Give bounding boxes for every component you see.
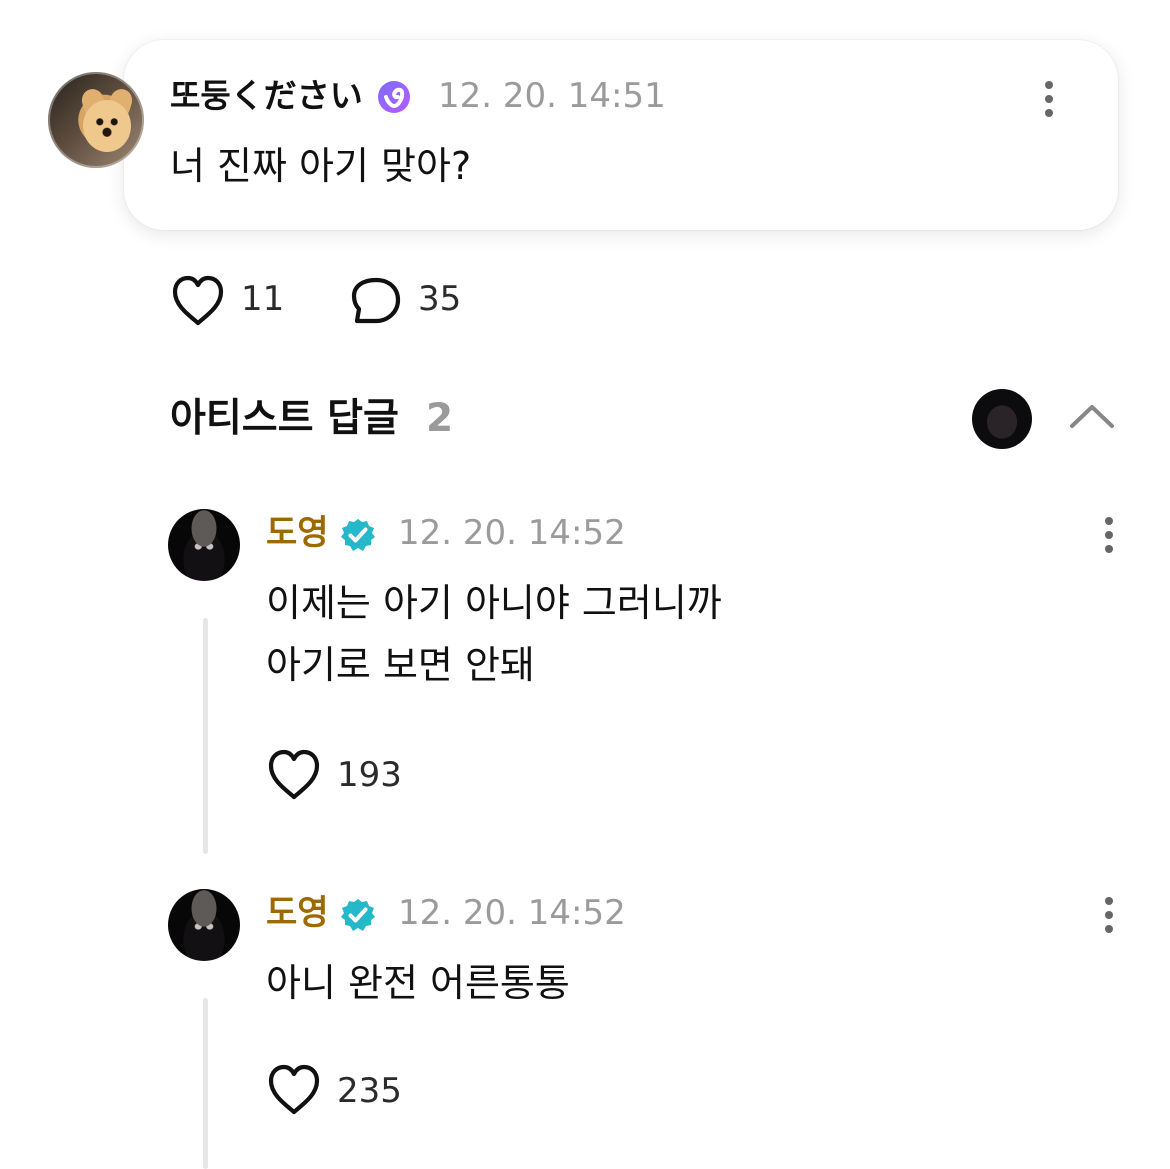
post-like-count[interactable]: 11	[241, 276, 284, 322]
heart-icon[interactable]	[170, 274, 226, 328]
artist-avatar-icon[interactable]	[972, 389, 1032, 449]
reply-thread-line	[203, 618, 208, 854]
reply-avatar-icon[interactable]	[168, 509, 240, 581]
post-timestamp: 12. 20. 14:51	[438, 76, 666, 116]
more-vertical-icon[interactable]	[1097, 515, 1121, 555]
more-vertical-icon[interactable]	[1037, 79, 1061, 119]
heart-icon[interactable]	[266, 1063, 322, 1117]
dog-face-icon	[83, 100, 131, 152]
comment-bubble-icon[interactable]	[350, 276, 402, 326]
reply-timestamp: 12. 20. 14:52	[398, 513, 626, 553]
post-text: 너 진짜 아기 맞아?	[170, 144, 472, 188]
post-comment-count[interactable]: 35	[418, 276, 461, 322]
reply-text: 이제는 아기 아니야 그러니까 아기로 보면 안돼	[266, 581, 722, 687]
reply-author[interactable]: 도영	[266, 512, 329, 554]
post-card	[124, 40, 1118, 230]
heart-icon[interactable]	[266, 748, 322, 802]
more-vertical-icon[interactable]	[1097, 895, 1121, 935]
artist-replies-count: 2	[426, 396, 454, 441]
reply-timestamp: 12. 20. 14:52	[398, 893, 626, 933]
reply-text: 아니 완전 어른통통	[266, 961, 570, 1005]
post-username[interactable]: 또둥ください	[170, 75, 363, 117]
reply-like-count[interactable]: 235	[337, 1068, 402, 1114]
dog-avatar-icon[interactable]	[48, 72, 144, 168]
reply-avatar-icon[interactable]	[168, 889, 240, 961]
verified-badge-icon	[341, 899, 375, 931]
chevron-up-icon[interactable]	[1068, 400, 1116, 430]
artist-replies-title: 아티스트 답글	[170, 396, 399, 441]
reply-like-count[interactable]: 193	[337, 752, 402, 798]
verified-badge-icon	[341, 519, 375, 551]
reply-author[interactable]: 도영	[266, 892, 329, 934]
verified-badge-icon	[378, 81, 410, 113]
reply-thread-line	[203, 998, 208, 1169]
